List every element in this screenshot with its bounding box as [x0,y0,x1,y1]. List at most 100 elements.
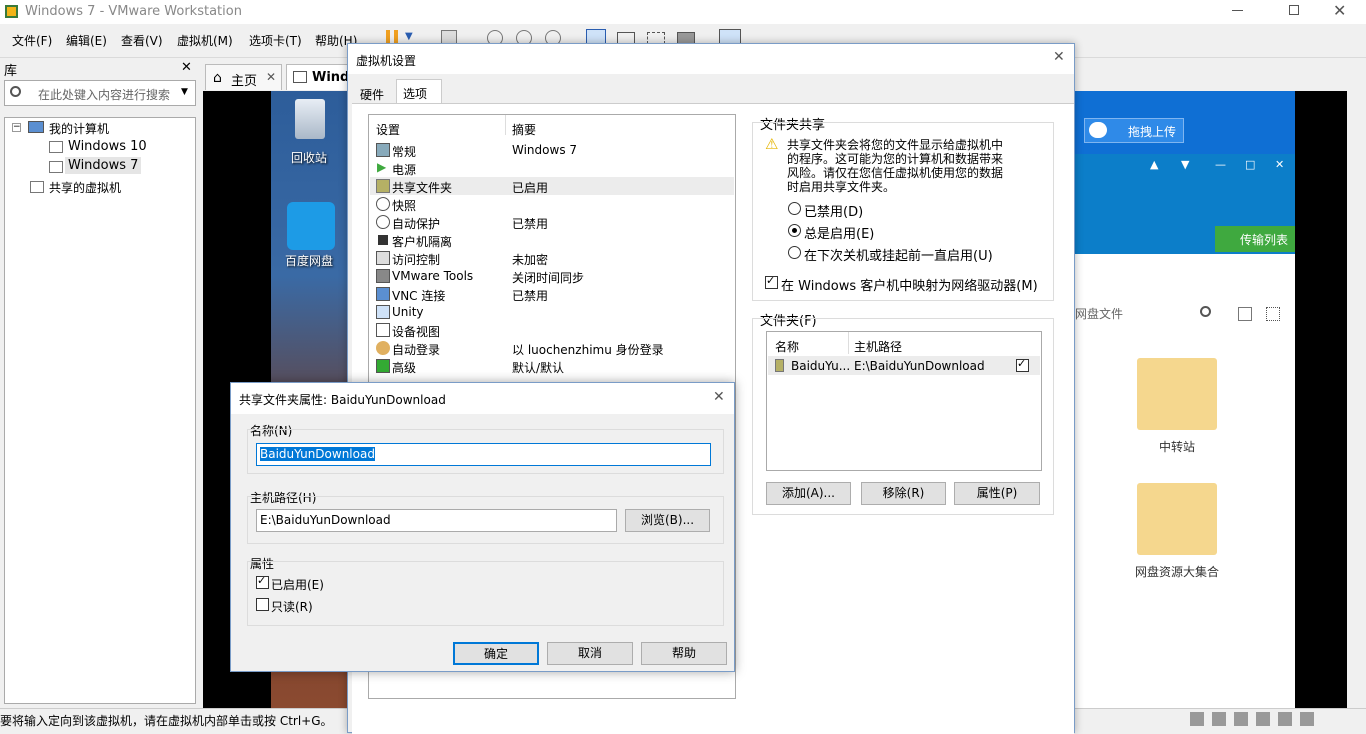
radio-until-shutdown[interactable] [788,246,801,259]
menu-edit[interactable]: 编辑(E) [66,32,107,49]
transfer-list-button[interactable]: 传输列表 [1215,226,1295,252]
menu-file[interactable]: 文件(F) [12,32,52,49]
settings-row[interactable]: 自动登录 以 luochenzhimu 身份登录 [370,339,734,357]
vm-scrollbar[interactable] [1347,91,1363,708]
name-input[interactable]: BaiduYunDownload [256,443,711,466]
maximize-icon[interactable]: □ [1245,158,1255,171]
tree-windows10[interactable]: Windows 10 [68,139,147,154]
advanced-icon [376,359,390,373]
shared-vm-icon [30,181,44,193]
tab-home[interactable]: ⌂ 主页 ✕ [205,64,282,90]
props-titlebar: 共享文件夹属性: BaiduYunDownload ✕ [231,383,734,414]
props-close-icon[interactable]: ✕ [713,389,725,405]
settings-row-name: 共享文件夹 [392,181,453,195]
baidu-logo-icon [1089,122,1107,138]
tab-options[interactable]: 选项 [396,79,442,104]
settings-row-value: 默认/默认 [512,361,565,375]
search-dropdown-icon[interactable]: ▼ [181,87,188,97]
col-setting-header: 设置 [376,123,401,137]
lock-icon [378,235,388,245]
settings-row[interactable]: 常规 Windows 7 [370,141,734,159]
settings-row-name: 客户机隔离 [392,235,453,249]
library-search[interactable]: 在此处键入内容进行搜索 ▼ [4,80,196,106]
settings-row-value: 未加密 [512,253,549,267]
snapshot-icon [376,197,390,211]
settings-row[interactable]: 设备视图 [370,321,734,339]
settings-title: 虚拟机设置 [356,54,417,68]
settings-row[interactable]: 快照 [370,195,734,213]
settings-row[interactable]: VMware Tools 关闭时间同步 [370,267,734,285]
remove-button[interactable]: 移除(R) [861,482,946,505]
settings-row[interactable]: Unity [370,303,734,321]
settings-row[interactable]: ▶ 电源 [370,159,734,177]
browse-button[interactable]: 浏览(B)... [625,509,710,532]
tab-hardware[interactable]: 硬件 [360,86,384,103]
enabled-label: 已启用(E) [271,578,324,592]
folder-enabled-checkbox[interactable]: ✓ [1016,357,1029,372]
settings-row[interactable]: VNC 连接 已禁用 [370,285,734,303]
name-input-value: BaiduYunDownload [260,447,375,461]
library-panel: 库 ✕ 在此处键入内容进行搜索 ▼ − 我的计算机 Windows 10 Win… [0,58,199,708]
recycle-bin-icon[interactable] [295,99,325,139]
folder-icon[interactable] [1137,358,1217,430]
radio-always-label: 总是启用(E) [804,227,875,242]
access-control-icon [376,251,390,265]
settings-row[interactable]: 共享文件夹 已启用 [370,177,734,195]
tree-shared[interactable]: 共享的虚拟机 [49,179,121,196]
properties-button[interactable]: 属性(P) [954,482,1040,505]
menu-vm[interactable]: 虚拟机(M) [177,32,233,49]
folders-table: 名称 主机路径 BaiduYu... E:\BaiduYunDownload ✓ [766,331,1042,471]
tab-options-label: 选项 [403,87,428,101]
settings-row-value: Windows 7 [512,143,578,157]
home-icon: ⌂ [213,70,222,86]
folder-icon[interactable] [1137,483,1217,555]
vnc-icon [376,287,390,301]
menu-tabs[interactable]: 选项卡(T) [249,32,302,49]
map-drive-checkbox[interactable]: ✓ [765,274,778,289]
props-title: 共享文件夹属性: BaiduYunDownload [239,393,446,407]
folder-row-name: BaiduYu... [791,359,851,373]
minimize-icon[interactable]: — [1215,158,1226,171]
radio-disabled[interactable] [788,202,801,215]
autoprotect-icon [376,215,390,229]
settings-row[interactable]: 高级 默认/默认 [370,357,734,375]
col-name-header: 名称 [775,340,800,354]
grid-view-icon[interactable] [1266,307,1280,321]
maximize-button[interactable] [1289,5,1299,15]
bell-icon[interactable]: ▲ [1150,158,1158,171]
tab-close-icon[interactable]: ✕ [266,70,276,84]
settings-row[interactable]: 客户机隔离 [370,231,734,249]
collapse-icon[interactable]: − [12,123,21,132]
settings-row[interactable]: 访问控制 未加密 [370,249,734,267]
settings-row[interactable]: 自动保护 已禁用 [370,213,734,231]
upload-button[interactable]: 拖拽上传 [1084,118,1184,143]
col-divider [848,332,849,354]
baidu-pan-icon[interactable] [287,202,335,250]
settings-close-icon[interactable]: ✕ [1053,49,1065,65]
ok-button[interactable]: 确定 [453,642,539,665]
help-button[interactable]: 帮助 [641,642,727,665]
menu-view[interactable]: 查看(V) [121,32,163,49]
tree-my-computer[interactable]: 我的计算机 [49,120,109,137]
readonly-checkbox[interactable] [256,598,269,611]
path-input[interactable]: E:\BaiduYunDownload [256,509,617,532]
folder-row[interactable]: BaiduYu... E:\BaiduYunDownload ✓ [768,356,1040,375]
radio-always-enabled[interactable] [788,224,801,237]
dropdown-icon[interactable]: ▼ [405,31,413,42]
close-button[interactable]: ✕ [1333,1,1346,20]
tree-windows7[interactable]: Windows 7 [65,157,142,174]
search-icon[interactable] [1200,306,1211,317]
tab-vm[interactable]: Windo [286,64,358,90]
device-icons[interactable] [1190,712,1320,726]
minimize-button[interactable] [1232,10,1243,11]
search-placeholder: 在此处键入内容进行搜索 [38,88,171,102]
list-view-icon[interactable] [1238,307,1252,321]
enabled-checkbox[interactable]: ✓ [256,574,269,589]
add-button[interactable]: 添加(A)... [766,482,851,505]
cancel-button[interactable]: 取消 [547,642,633,665]
close-icon[interactable]: ✕ [1275,158,1284,171]
settings-row-value: 以 luochenzhimu 身份登录 [512,343,664,357]
search-input[interactable]: 网盘文件 [1075,305,1123,322]
library-close-icon[interactable]: ✕ [181,60,192,75]
menu-icon[interactable]: ▼ [1181,158,1189,171]
